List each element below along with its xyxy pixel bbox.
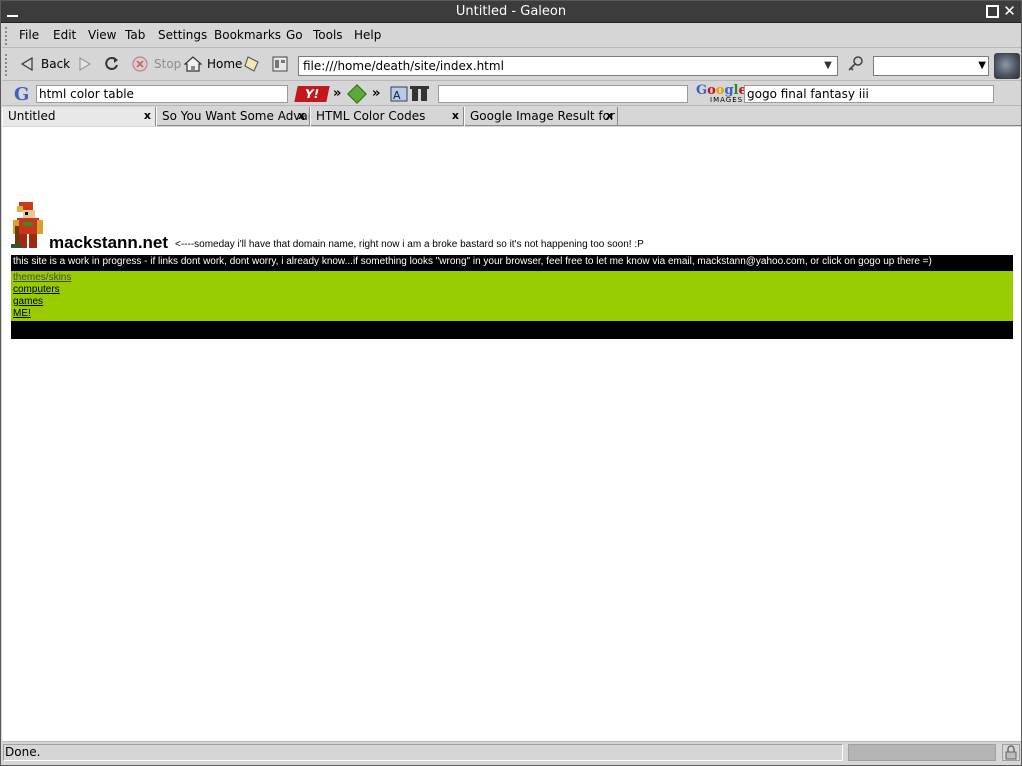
page-info-button[interactable]: [271, 55, 289, 73]
svg-text:A: A: [393, 89, 401, 102]
back-label: Back: [41, 57, 71, 71]
link-themes-skins[interactable]: themes/skins: [13, 272, 1011, 284]
bookmark-icon: [244, 56, 259, 72]
link-games[interactable]: games: [13, 296, 1011, 308]
bookmark-button[interactable]: [243, 55, 261, 73]
footer-bar: [11, 321, 1013, 339]
tab-close-icon[interactable]: x: [452, 109, 459, 122]
page-content: mackstann.net <----someday i'll have tha…: [2, 127, 1021, 741]
home-button[interactable]: Home: [184, 55, 242, 73]
go-button[interactable]: [846, 55, 864, 73]
status-bar: Done.: [2, 741, 1021, 765]
google-search-input[interactable]: html color table: [36, 85, 288, 103]
character-sprite-image: [11, 202, 43, 248]
url-field[interactable]: file:///home/death/site/index.html ▼: [298, 56, 838, 76]
status-text: Done.: [3, 744, 843, 761]
title-bar: Untitled - Galeon ✕: [1, 1, 1021, 23]
menu-help[interactable]: Help: [354, 28, 381, 42]
site-tagline: <----someday i'll have that domain name,…: [175, 239, 644, 250]
menu-view[interactable]: View: [88, 28, 116, 42]
menu-settings[interactable]: Settings: [158, 28, 207, 42]
tab-google-image-result[interactable]: Google Image Result for v x: [464, 107, 618, 126]
window-title: Untitled - Galeon: [455, 4, 567, 19]
security-lock-icon[interactable]: [1002, 744, 1020, 761]
security-lock-glyph: [1005, 745, 1017, 760]
tab-html-color-codes[interactable]: HTML Color Codes x: [310, 107, 464, 126]
site-title: mackstann.net: [49, 233, 169, 252]
toolbar-grip[interactable]: [5, 54, 11, 76]
progress-bar: [848, 744, 996, 761]
tab-untitled[interactable]: Untitled x: [2, 107, 156, 126]
nav-links-panel: themes/skins computers games ME!: [11, 271, 1013, 321]
middle-search-input[interactable]: [438, 85, 688, 103]
close-icon[interactable]: ✕: [1002, 4, 1017, 19]
navigation-toolbar: Back Stop Home file:///home/death/site/i…: [2, 49, 1021, 81]
tab-bar: Untitled x So You Want Some Advan x HTML…: [2, 107, 1021, 126]
stop-button[interactable]: Stop: [131, 55, 181, 73]
notice-bar: this site is a work in progress - if lin…: [11, 255, 1013, 271]
yahoo-search-icon[interactable]: Y!: [294, 86, 330, 102]
select-dropdown-icon[interactable]: ▼: [978, 58, 986, 74]
yahoo-go-arrow[interactable]: »: [333, 86, 341, 101]
menu-bookmarks[interactable]: Bookmarks: [214, 28, 281, 42]
forward-button[interactable]: [76, 55, 94, 73]
page-info-icon: [272, 56, 288, 72]
link-me[interactable]: ME!: [13, 308, 1011, 320]
tab-label: So You Want Some Advan: [162, 109, 310, 123]
tab-close-icon[interactable]: x: [144, 109, 151, 122]
reload-icon: [105, 57, 118, 70]
search-toolbar: G html color table Y! » » A Google IMAGE…: [2, 82, 1021, 106]
tab-advan[interactable]: So You Want Some Advan x: [156, 107, 310, 126]
menu-go[interactable]: Go: [286, 28, 303, 42]
menu-tools[interactable]: Tools: [313, 28, 343, 42]
home-icon: [184, 56, 202, 72]
tab-label: Untitled: [8, 109, 56, 123]
back-arrow-icon: [20, 56, 33, 72]
back-button[interactable]: Back: [18, 55, 70, 73]
throbber-icon: [994, 53, 1020, 79]
google-images-logo-subtext: IMAGES: [710, 96, 744, 104]
stop-icon: [132, 56, 148, 72]
tab-label: HTML Color Codes: [316, 109, 426, 123]
menu-edit[interactable]: Edit: [53, 28, 76, 42]
google-images-logo[interactable]: Google IMAGES: [696, 84, 747, 104]
dictionary-book-icon[interactable]: [347, 84, 367, 104]
dictionary-go-arrow[interactable]: »: [372, 86, 380, 101]
toolbar-grip[interactable]: [5, 27, 11, 45]
url-dropdown-icon[interactable]: ▼: [821, 58, 835, 74]
google-images-search-input[interactable]: gogo final fantasy iii: [744, 85, 994, 103]
menu-bar: File Edit View Tab Settings Bookmarks Go…: [2, 24, 1021, 48]
google-g-icon[interactable]: G: [14, 84, 29, 105]
tab-close-icon[interactable]: x: [606, 109, 613, 122]
reload-button[interactable]: [103, 55, 121, 73]
link-computers[interactable]: computers: [13, 284, 1011, 296]
translate-tool-icon[interactable]: A: [390, 85, 434, 103]
menu-tab[interactable]: Tab: [125, 28, 145, 42]
maximize-icon[interactable]: [986, 5, 999, 18]
forward-arrow-icon: [79, 56, 92, 72]
tab-label: Google Image Result for v: [470, 109, 618, 123]
menu-file[interactable]: File: [19, 28, 39, 42]
tab-close-icon[interactable]: x: [298, 109, 305, 122]
go-key-icon: [848, 56, 863, 71]
stop-label: Stop: [154, 57, 182, 71]
browser-window: Untitled - Galeon ✕ File Edit View Tab S…: [0, 0, 1022, 766]
home-label: Home: [207, 57, 243, 71]
search-engine-select[interactable]: ▼: [873, 56, 989, 76]
url-text: file:///home/death/site/index.html: [303, 59, 504, 73]
